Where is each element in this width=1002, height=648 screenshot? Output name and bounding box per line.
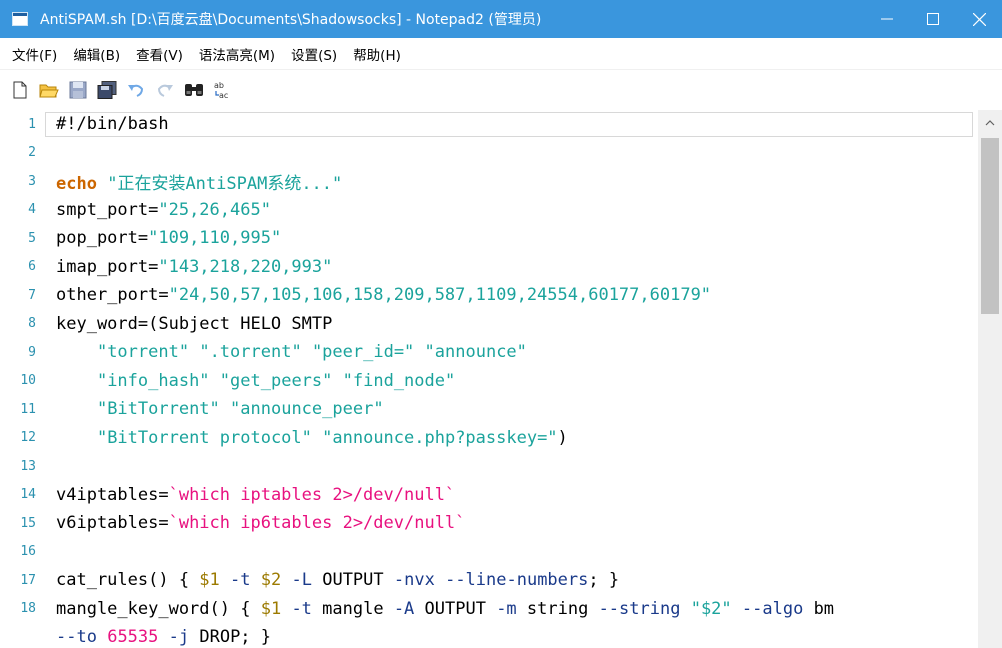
code-line[interactable]: 7 other_port="24,50,57,105,106,158,209,58…: [0, 281, 978, 310]
save-all-button[interactable]: [97, 80, 117, 100]
code-line[interactable]: 11 "BitTorrent" "announce_peer": [0, 395, 978, 424]
menu-help[interactable]: 帮助(H): [345, 44, 409, 64]
code-line[interactable]: 16: [0, 538, 978, 567]
line-text: key_word=(Subject HELO SMTP: [56, 313, 333, 334]
code-line[interactable]: 12 "BitTorrent protocol" "announce.php?p…: [0, 424, 978, 453]
line-number: 3: [28, 173, 36, 189]
title-bar[interactable]: AntiSPAM.sh [D:\百度云盘\Documents\Shadowsoc…: [0, 0, 1002, 38]
save-button[interactable]: [68, 80, 88, 100]
close-button[interactable]: [956, 0, 1002, 38]
open-button[interactable]: [39, 80, 59, 100]
menu-bar: 文件(F) 编辑(B) 查看(V) 语法高亮(M) 设置(S) 帮助(H): [0, 38, 1002, 70]
line-number: 6: [28, 259, 36, 275]
menu-view[interactable]: 查看(V): [128, 44, 191, 64]
code-line[interactable]: 3 echo "正在安装AntiSPAM系统...": [0, 167, 978, 196]
menu-edit[interactable]: 编辑(B): [65, 44, 128, 64]
code-line[interactable]: 18 mangle_key_word() { $1 -t mangle -A OU…: [0, 595, 978, 624]
code-line[interactable]: 6 imap_port="143,218,220,993": [0, 253, 978, 282]
line-text: cat_rules() { $1 -t $2 -L OUTPUT -nvx --…: [56, 570, 620, 591]
maximize-icon: [927, 13, 939, 25]
replace-button[interactable]: ab ac: [213, 80, 233, 100]
line-number: 11: [20, 401, 36, 417]
line-text: "info_hash" "get_peers" "find_node": [96, 370, 456, 391]
redo-icon: [157, 84, 173, 97]
svg-text:ab: ab: [214, 81, 224, 90]
code-line[interactable]: 14 v4iptables=`which iptables 2>/dev/null…: [0, 481, 978, 510]
window-title: AntiSPAM.sh [D:\百度云盘\Documents\Shadowsoc…: [40, 12, 542, 28]
save-icon: [69, 81, 87, 99]
code-line[interactable]: 2: [0, 139, 978, 168]
line-number: 7: [28, 287, 36, 303]
menu-settings[interactable]: 设置(S): [283, 44, 345, 64]
menu-syntax[interactable]: 语法高亮(M): [191, 44, 283, 64]
line-number: 15: [20, 515, 36, 531]
line-number: 4: [28, 202, 36, 218]
svg-text:ac: ac: [219, 91, 228, 100]
menu-file[interactable]: 文件(F): [4, 44, 65, 64]
close-icon: [972, 12, 986, 26]
line-number: 8: [28, 316, 36, 332]
code-line[interactable]: 17 cat_rules() { $1 -t $2 -L OUTPUT -nvx …: [0, 566, 978, 595]
code-line[interactable]: 5 pop_port="109,110,995": [0, 224, 978, 253]
find-button[interactable]: [184, 80, 204, 100]
undo-icon: [128, 84, 144, 97]
line-text: smpt_port="25,26,465": [56, 199, 271, 220]
line-text: v6iptables=`which ip6tables 2>/dev/null`: [56, 513, 466, 534]
line-number: 17: [20, 572, 36, 588]
toolbar: ab ac: [0, 70, 1002, 110]
replace-icon: abac: [214, 81, 228, 100]
code-line[interactable]: 9 "torrent" ".torrent" "peer_id=" "annou…: [0, 338, 978, 367]
code-line[interactable]: 15 v6iptables=`which ip6tables 2>/dev/nul…: [0, 509, 978, 538]
code-line[interactable]: 1 #!/bin/bash: [0, 110, 978, 139]
line-text: imap_port="143,218,220,993": [56, 256, 333, 277]
minimize-button[interactable]: [864, 0, 910, 38]
line-number: 12: [20, 430, 36, 446]
window-controls: [864, 0, 1002, 38]
new-file-icon: [13, 81, 27, 99]
code-line[interactable]: 8 key_word=(Subject HELO SMTP: [0, 310, 978, 339]
line-number: 2: [28, 145, 36, 161]
maximize-button[interactable]: [910, 0, 956, 38]
save-all-icon: [97, 81, 117, 99]
line-text: "torrent" ".torrent" "peer_id=" "announc…: [96, 342, 527, 363]
line-text: echo "正在安装AntiSPAM系统...": [56, 173, 343, 194]
line-text: --to 65535 -j DROP; }: [56, 627, 272, 648]
scroll-thumb[interactable]: [981, 138, 999, 314]
line-number: 18: [20, 601, 36, 617]
vertical-scrollbar[interactable]: [978, 110, 1002, 648]
line-number: 13: [20, 458, 36, 474]
line-number: 9: [28, 344, 36, 360]
line-number: 16: [20, 544, 36, 560]
line-text: pop_port="109,110,995": [56, 228, 282, 249]
new-file-button[interactable]: [10, 80, 30, 100]
line-number: 1: [28, 116, 36, 132]
line-text: "BitTorrent" "announce_peer": [96, 399, 384, 420]
chevron-up-icon: [985, 120, 995, 126]
line-text: other_port="24,50,57,105,106,158,209,587…: [56, 285, 712, 306]
redo-button[interactable]: [155, 80, 175, 100]
line-number: 5: [28, 230, 36, 246]
code-line[interactable]: 13: [0, 452, 978, 481]
line-text: v4iptables=`which iptables 2>/dev/null`: [56, 484, 456, 505]
line-number: 10: [20, 373, 36, 389]
code-line[interactable]: 10 "info_hash" "get_peers" "find_node": [0, 367, 978, 396]
line-text: "BitTorrent protocol" "announce.php?pass…: [96, 427, 568, 448]
code-line[interactable]: --to 65535 -j DROP; }: [0, 623, 978, 648]
scroll-up-button[interactable]: [978, 110, 1002, 136]
line-text: mangle_key_word() { $1 -t mangle -A OUTP…: [56, 598, 835, 619]
line-number: 14: [20, 487, 36, 503]
line-text: #!/bin/bash: [56, 114, 169, 135]
notepad-app-icon[interactable]: [12, 12, 28, 26]
open-folder-icon: [39, 84, 59, 98]
code-line[interactable]: 4 smpt_port="25,26,465": [0, 196, 978, 225]
undo-button[interactable]: [126, 80, 146, 100]
minimize-icon: [881, 18, 893, 20]
editor-area[interactable]: 1 #!/bin/bash 2 3 echo "正在安装AntiSPAM系统..." 4 s…: [0, 110, 978, 648]
find-icon: [185, 84, 203, 96]
